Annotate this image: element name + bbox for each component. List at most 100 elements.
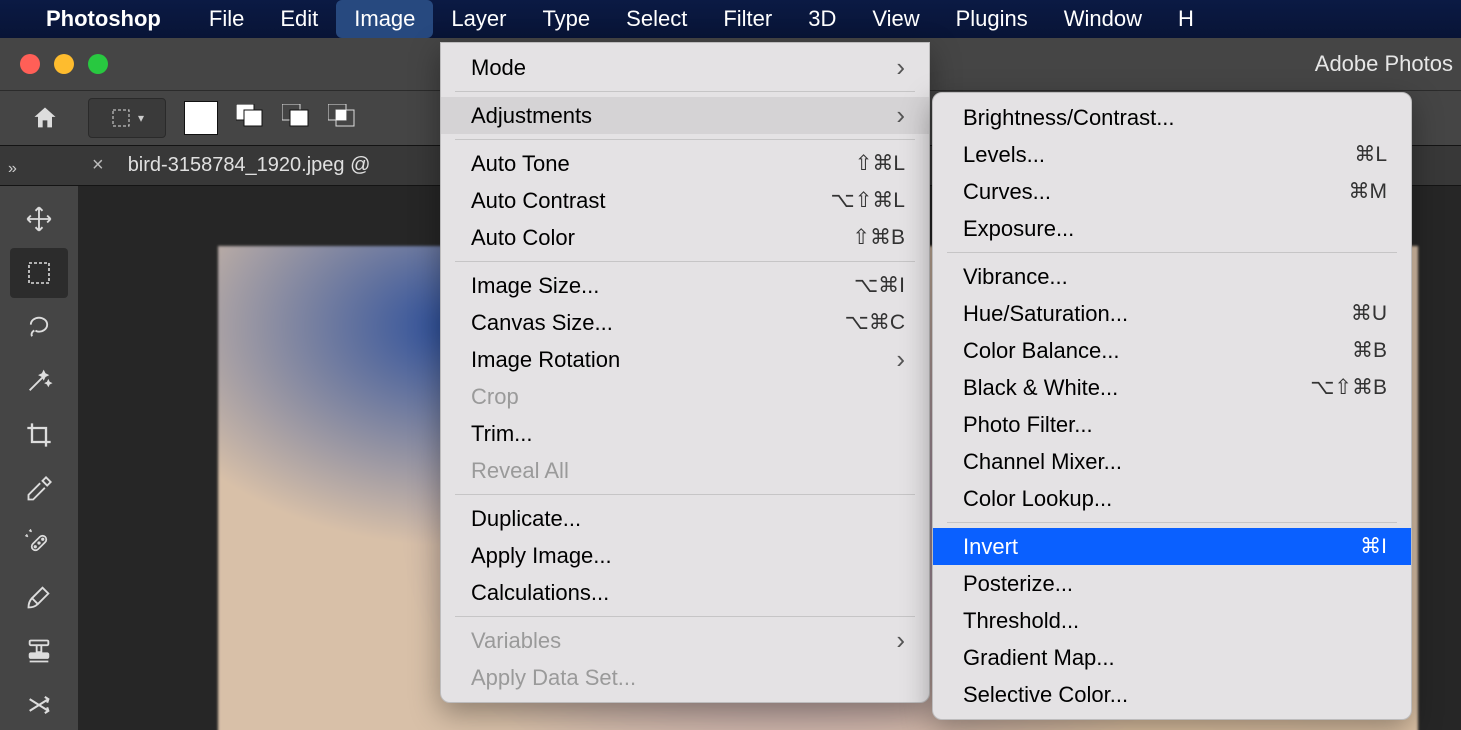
menu-item-label: Trim... — [471, 421, 533, 447]
menu-item-label: Calculations... — [471, 580, 609, 606]
heal-tool-button[interactable] — [10, 518, 68, 568]
menu-item-label: Image Size... — [471, 273, 599, 299]
menu-item-label: Reveal All — [471, 458, 569, 484]
adjust-menu-posterize[interactable]: Posterize... — [933, 565, 1411, 602]
image-menu-image-rotation[interactable]: Image Rotation — [441, 341, 929, 378]
overlap-mode-icon[interactable] — [236, 104, 264, 133]
adjust-menu-vibrance[interactable]: Vibrance... — [933, 258, 1411, 295]
crop-tool-button[interactable] — [10, 410, 68, 460]
image-menu-trim[interactable]: Trim... — [441, 415, 929, 452]
fill-swatches — [184, 101, 356, 135]
mac-menubar: Photoshop FileEditImageLayerTypeSelectFi… — [0, 0, 1461, 38]
menubar-item-edit[interactable]: Edit — [262, 0, 336, 38]
adjust-menu-selective-color[interactable]: Selective Color... — [933, 676, 1411, 713]
menu-item-label: Black & White... — [963, 375, 1118, 401]
menu-item-label: Gradient Map... — [963, 645, 1115, 671]
image-menu-duplicate[interactable]: Duplicate... — [441, 500, 929, 537]
brush-tool-button[interactable] — [10, 572, 68, 622]
collapse-chevrons-icon[interactable]: » — [8, 160, 17, 178]
menu-item-label: Threshold... — [963, 608, 1079, 634]
menubar-item-window[interactable]: Window — [1046, 0, 1160, 38]
image-menu-crop: Crop — [441, 378, 929, 415]
adjust-menu-levels[interactable]: Levels... ⌘L — [933, 136, 1411, 173]
stamp-tool-button[interactable] — [10, 626, 68, 676]
menubar-item-file[interactable]: File — [191, 0, 262, 38]
adjust-menu-invert[interactable]: Invert ⌘I — [933, 528, 1411, 565]
adjust-menu-black-white[interactable]: Black & White... ⌥⇧⌘B — [933, 369, 1411, 406]
menu-item-shortcut: ⇧⌘B — [852, 225, 905, 250]
adjust-menu-exposure[interactable]: Exposure... — [933, 210, 1411, 247]
home-button[interactable] — [20, 98, 70, 138]
menu-item-label: Apply Image... — [471, 543, 612, 569]
close-tab-button[interactable]: × — [92, 154, 104, 177]
image-menu-adjustments[interactable]: Adjustments — [441, 97, 929, 134]
menu-item-label: Selective Color... — [963, 682, 1128, 708]
app-name[interactable]: Photoshop — [46, 6, 161, 32]
image-menu-auto-contrast[interactable]: Auto Contrast⌥⇧⌘L — [441, 182, 929, 219]
menu-item-label: Auto Tone — [471, 151, 570, 177]
current-tool-indicator[interactable]: ▾ — [88, 98, 166, 138]
menubar-item-filter[interactable]: Filter — [705, 0, 790, 38]
adjust-menu-color-lookup[interactable]: Color Lookup... — [933, 480, 1411, 517]
menu-item-label: Mode — [471, 55, 526, 81]
adjust-menu-hue-saturation[interactable]: Hue/Saturation... ⌘U — [933, 295, 1411, 332]
menubar-item-image[interactable]: Image — [336, 0, 433, 38]
menu-item-label: Brightness/Contrast... — [963, 105, 1175, 131]
menu-item-shortcut: ⌘U — [1351, 301, 1387, 326]
menu-item-shortcut: ⌘L — [1354, 142, 1387, 167]
menu-item-shortcut: ⌘M — [1349, 179, 1388, 204]
foreground-swatch[interactable] — [184, 101, 218, 135]
image-menu-image-size[interactable]: Image Size...⌥⌘I — [441, 267, 929, 304]
menubar-item-plugins[interactable]: Plugins — [938, 0, 1046, 38]
intersect-mode-icon[interactable] — [328, 104, 356, 133]
menu-item-label: Photo Filter... — [963, 412, 1093, 438]
menu-item-label: Hue/Saturation... — [963, 301, 1128, 327]
close-window-button[interactable] — [20, 54, 40, 74]
image-menu-auto-color[interactable]: Auto Color ⇧⌘B — [441, 219, 929, 256]
menubar-item-select[interactable]: Select — [608, 0, 705, 38]
menubar-item-view[interactable]: View — [854, 0, 937, 38]
image-menu-canvas-size[interactable]: Canvas Size...⌥⌘C — [441, 304, 929, 341]
menu-item-label: Levels... — [963, 142, 1045, 168]
adjust-menu-color-balance[interactable]: Color Balance...⌘B — [933, 332, 1411, 369]
menubar-item-type[interactable]: Type — [524, 0, 608, 38]
menu-item-label: Image Rotation — [471, 347, 620, 373]
menu-item-label: Apply Data Set... — [471, 665, 636, 691]
minimize-window-button[interactable] — [54, 54, 74, 74]
eyedropper-tool-button[interactable] — [10, 464, 68, 514]
adjust-menu-threshold[interactable]: Threshold... — [933, 602, 1411, 639]
menu-item-label: Auto Color — [471, 225, 575, 251]
menu-item-shortcut: ⌥⇧⌘B — [1310, 375, 1387, 400]
menu-item-label: Canvas Size... — [471, 310, 613, 336]
image-menu-auto-tone[interactable]: Auto Tone⇧⌘L — [441, 145, 929, 182]
adjust-menu-gradient-map[interactable]: Gradient Map... — [933, 639, 1411, 676]
subtract-mode-icon[interactable] — [282, 104, 310, 133]
tool-panel — [0, 186, 78, 730]
image-menu-dropdown: Mode Adjustments Auto Tone⇧⌘LAuto Contrast… — [440, 42, 930, 703]
wand-tool-button[interactable] — [10, 356, 68, 406]
window-title: Adobe Photos — [1315, 51, 1453, 77]
menubar-item-h[interactable]: H — [1160, 0, 1212, 38]
menu-item-label: Exposure... — [963, 216, 1074, 242]
menu-item-shortcut: ⌘I — [1360, 534, 1387, 559]
adjust-menu-brightness-contrast[interactable]: Brightness/Contrast... — [933, 99, 1411, 136]
lasso-tool-button[interactable] — [10, 302, 68, 352]
menu-item-label: Posterize... — [963, 571, 1073, 597]
zoom-window-button[interactable] — [88, 54, 108, 74]
swap-tool-button[interactable] — [10, 680, 68, 730]
move-tool-button[interactable] — [10, 194, 68, 244]
image-menu-mode[interactable]: Mode — [441, 49, 929, 86]
image-menu-calculations[interactable]: Calculations... — [441, 574, 929, 611]
menubar-item-3d[interactable]: 3D — [790, 0, 854, 38]
adjust-menu-photo-filter[interactable]: Photo Filter... — [933, 406, 1411, 443]
adjust-menu-curves[interactable]: Curves...⌘M — [933, 173, 1411, 210]
menubar-item-layer[interactable]: Layer — [433, 0, 524, 38]
document-tab-label[interactable]: bird-3158784_1920.jpeg @ — [128, 154, 371, 177]
menu-item-label: Color Balance... — [963, 338, 1120, 364]
image-menu-apply-image[interactable]: Apply Image... — [441, 537, 929, 574]
menu-item-label: Crop — [471, 384, 519, 410]
marquee-tool-button[interactable] — [10, 248, 68, 298]
traffic-lights — [0, 54, 108, 74]
adjust-menu-channel-mixer[interactable]: Channel Mixer... — [933, 443, 1411, 480]
menu-item-label: Invert — [963, 534, 1018, 560]
